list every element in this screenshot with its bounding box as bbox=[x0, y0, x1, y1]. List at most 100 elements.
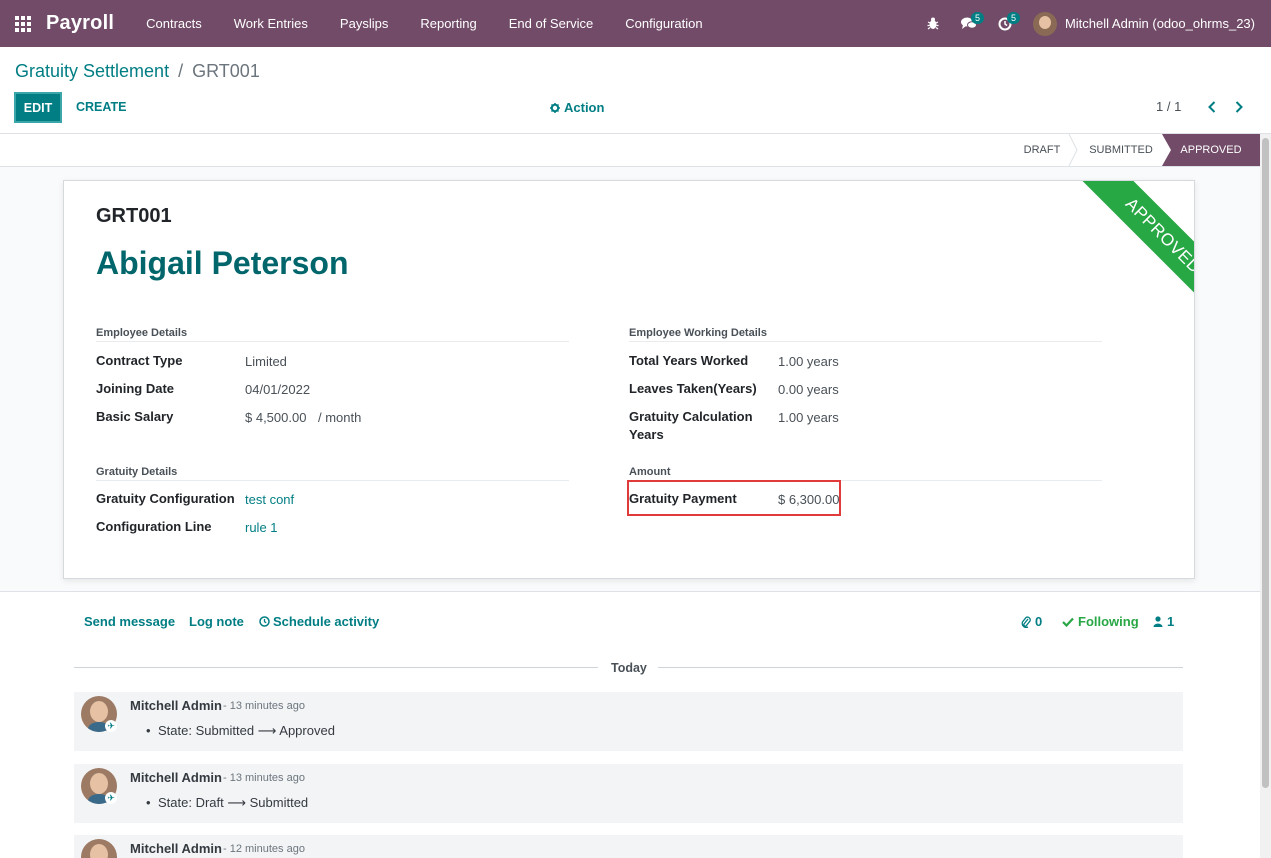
menu-payslips[interactable]: Payslips bbox=[324, 0, 404, 47]
menu-reporting[interactable]: Reporting bbox=[404, 0, 492, 47]
group-title-gratuity-details: Gratuity Details bbox=[96, 466, 178, 478]
attachments-count: 0 bbox=[1035, 614, 1043, 629]
leaves-taken-label: Leaves Taken(Years) bbox=[629, 381, 757, 396]
scrollbar[interactable] bbox=[1260, 134, 1271, 858]
leaves-taken-value: 0.00 years bbox=[778, 382, 839, 397]
plane-icon: ✈ bbox=[105, 792, 117, 804]
user-name: Mitchell Admin (odoo_ohrms_23) bbox=[1064, 16, 1255, 31]
tracking-old-value: State: Draft bbox=[158, 795, 224, 810]
total-years-label: Total Years Worked bbox=[629, 353, 749, 368]
joining-date-label: Joining Date bbox=[96, 381, 175, 396]
calc-years-value: 1.00 years bbox=[778, 410, 839, 425]
contract-type-label: Contract Type bbox=[96, 353, 183, 368]
check-icon bbox=[1062, 617, 1074, 627]
tracking-old-value: State: Submitted bbox=[158, 723, 255, 738]
user-icon bbox=[1153, 616, 1163, 627]
pager-next-icon[interactable] bbox=[1232, 98, 1246, 116]
create-button[interactable]: CREATE bbox=[76, 100, 126, 114]
chatter-divider bbox=[0, 591, 1260, 592]
chatter-message: ✈ Mitchell Admin - 13 minutes ago State:… bbox=[74, 764, 1183, 823]
app-brand[interactable]: Payroll bbox=[46, 12, 114, 35]
contract-type-value: Limited bbox=[245, 354, 287, 369]
message-time: - 13 minutes ago bbox=[223, 700, 305, 712]
following-button[interactable]: Following bbox=[1062, 614, 1139, 629]
breadcrumb-current: GRT001 bbox=[192, 61, 260, 81]
group-title-employee-details: Employee Details bbox=[96, 327, 188, 339]
employee-name[interactable]: Abigail Peterson bbox=[96, 245, 349, 282]
user-avatar bbox=[1032, 11, 1057, 36]
salary-period: / month bbox=[318, 410, 362, 425]
message-time: - 13 minutes ago bbox=[223, 772, 305, 784]
action-label: Action bbox=[564, 100, 605, 115]
record-reference: GRT001 bbox=[96, 205, 172, 227]
stage-draft[interactable]: DRAFT bbox=[1012, 134, 1072, 166]
activities-clock-icon[interactable]: 5 bbox=[987, 0, 1023, 47]
paperclip-icon bbox=[1021, 615, 1031, 628]
schedule-activity-label: Schedule activity bbox=[273, 614, 380, 629]
group-divider bbox=[629, 341, 1102, 342]
group-title-amount: Amount bbox=[629, 466, 671, 478]
arrow-right-icon: ⟶ bbox=[227, 795, 250, 810]
clock-icon bbox=[259, 616, 270, 627]
user-menu[interactable]: Mitchell Admin (odoo_ohrms_23) bbox=[1032, 11, 1271, 36]
chatter-message: Mitchell Admin - 12 minutes ago bbox=[74, 835, 1183, 858]
action-menu-button[interactable]: Action bbox=[550, 100, 604, 115]
group-divider bbox=[96, 480, 569, 481]
messages-count-badge: 5 bbox=[970, 12, 984, 24]
tracking-new-value: Submitted bbox=[249, 795, 309, 810]
debug-bug-icon[interactable] bbox=[915, 0, 951, 47]
message-time: - 12 minutes ago bbox=[223, 843, 305, 855]
breadcrumb-separator: / bbox=[178, 61, 184, 81]
menu-contracts[interactable]: Contracts bbox=[130, 0, 218, 47]
gratuity-config-link[interactable]: test conf bbox=[245, 492, 294, 507]
chatter-message: ✈ Mitchell Admin - 13 minutes ago State:… bbox=[74, 692, 1183, 751]
statusbar: DRAFT SUBMITTED APPROVED bbox=[0, 134, 1260, 167]
menu-end-of-service[interactable]: End of Service bbox=[493, 0, 610, 47]
stage-approved[interactable]: APPROVED bbox=[1162, 134, 1260, 166]
config-line-label: Configuration Line bbox=[96, 519, 212, 534]
message-author[interactable]: Mitchell Admin bbox=[130, 770, 222, 785]
message-author[interactable]: Mitchell Admin bbox=[130, 698, 222, 713]
tracking-value: State: Draft ⟶ Submitted bbox=[146, 795, 309, 811]
basic-salary-value: $ 4,500.00 bbox=[245, 410, 307, 425]
basic-salary-label: Basic Salary bbox=[96, 409, 174, 424]
attachments-button[interactable]: 0 bbox=[1021, 614, 1042, 629]
messages-icon[interactable]: 5 bbox=[951, 0, 987, 47]
menu-work-entries[interactable]: Work Entries bbox=[218, 0, 324, 47]
tracking-value: State: Submitted ⟶ Approved bbox=[146, 723, 335, 739]
followers-count: 1 bbox=[1167, 614, 1175, 629]
log-note-button[interactable]: Log note bbox=[189, 614, 244, 629]
message-author[interactable]: Mitchell Admin bbox=[130, 841, 222, 856]
breadcrumb-parent[interactable]: Gratuity Settlement bbox=[15, 61, 169, 81]
apps-menu-icon[interactable] bbox=[0, 0, 46, 47]
calc-years-label-line1: Gratuity Calculation bbox=[629, 409, 753, 424]
edit-button[interactable]: EDIT bbox=[14, 92, 62, 123]
scrollbar-thumb[interactable] bbox=[1262, 138, 1269, 788]
pager-previous-icon[interactable] bbox=[1205, 98, 1219, 116]
ribbon-label: APPROVED bbox=[1072, 181, 1194, 327]
group-title-working-details: Employee Working Details bbox=[629, 327, 767, 339]
joining-date-value: 04/01/2022 bbox=[245, 382, 311, 397]
highlight-box bbox=[627, 480, 841, 516]
stage-separator bbox=[1068, 134, 1078, 166]
tracking-new-value: Approved bbox=[279, 723, 335, 738]
author-avatar[interactable] bbox=[81, 839, 117, 858]
following-label: Following bbox=[1078, 614, 1139, 629]
gear-icon bbox=[550, 102, 560, 113]
arrow-right-icon: ⟶ bbox=[257, 723, 280, 738]
top-navbar: Payroll Contracts Work Entries Payslips … bbox=[0, 0, 1271, 47]
total-years-value: 1.00 years bbox=[778, 354, 839, 369]
gratuity-config-label: Gratuity Configuration bbox=[96, 491, 235, 506]
config-line-link[interactable]: rule 1 bbox=[245, 520, 278, 535]
plane-icon: ✈ bbox=[105, 720, 117, 732]
approved-ribbon: APPROVED bbox=[1039, 181, 1194, 336]
calc-years-label-line2: Years bbox=[629, 427, 664, 442]
stage-submitted[interactable]: SUBMITTED bbox=[1078, 134, 1164, 166]
menu-configuration[interactable]: Configuration bbox=[609, 0, 718, 47]
send-message-button[interactable]: Send message bbox=[84, 614, 175, 629]
schedule-activity-button[interactable]: Schedule activity bbox=[259, 614, 379, 629]
form-sheet: APPROVED GRT001 Abigail Peterson Employe… bbox=[63, 180, 1195, 579]
date-separator-label: Today bbox=[611, 661, 647, 675]
followers-button[interactable]: 1 bbox=[1153, 614, 1174, 629]
pager-value[interactable]: 1 / 1 bbox=[1156, 99, 1181, 114]
